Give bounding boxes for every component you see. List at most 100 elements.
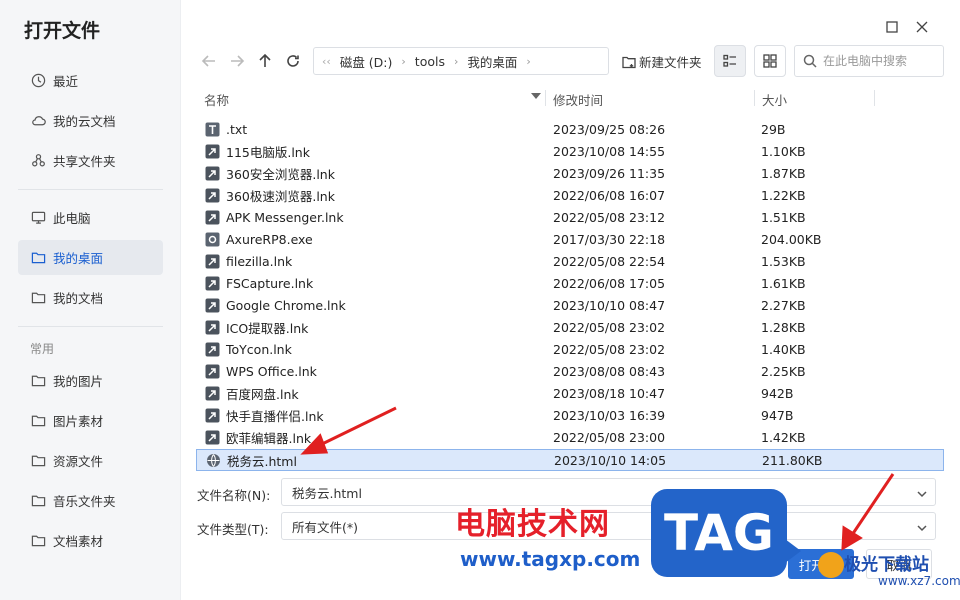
- file-row[interactable]: AxureRP8.exe 2017/03/30 22:18 204.00KB: [196, 228, 944, 250]
- breadcrumb-item[interactable]: tools: [415, 54, 445, 69]
- filename-value: 税务云.html: [292, 485, 362, 501]
- sidebar: 打开文件 最近 我的云文档 共享文件夹 此电脑 我的桌面 我的文档 常用 我的图…: [0, 0, 181, 600]
- shortcut-icon: [205, 386, 220, 401]
- close-button[interactable]: [913, 18, 931, 36]
- sidebar-item-doc-assets[interactable]: 文档素材: [18, 523, 163, 558]
- file-row[interactable]: FSCapture.lnk 2022/06/08 17:05 1.61KB: [196, 272, 944, 294]
- file-row[interactable]: WPS Office.lnk 2023/08/08 08:43 2.25KB: [196, 360, 944, 382]
- back-button[interactable]: [199, 51, 219, 71]
- watermark-site-name: 极光下载站: [844, 555, 929, 575]
- new-folder-button[interactable]: 新建文件夹: [622, 52, 702, 71]
- file-name: Google Chrome.lnk: [226, 297, 346, 313]
- file-size: 2.25KB: [761, 363, 806, 379]
- folder-icon: [30, 493, 46, 509]
- sidebar-item-cloud-docs[interactable]: 我的云文档: [18, 103, 163, 138]
- shortcut-icon: [205, 188, 220, 203]
- file-size: 1.61KB: [761, 275, 806, 291]
- search-box[interactable]: [794, 45, 944, 77]
- shortcut-icon: [205, 298, 220, 313]
- folder-icon: [30, 373, 46, 389]
- file-size: 1.40KB: [761, 341, 806, 357]
- maximize-button[interactable]: [883, 18, 901, 36]
- share-icon: [30, 153, 46, 169]
- file-row[interactable]: 360极速浏览器.lnk 2022/06/08 16:07 1.22KB: [196, 184, 944, 206]
- arrow-right-icon: [231, 55, 245, 67]
- sidebar-item-resources[interactable]: 资源文件: [18, 443, 163, 478]
- file-size: 1.87KB: [761, 165, 806, 181]
- sidebar-item-this-pc[interactable]: 此电脑: [18, 200, 163, 235]
- file-row[interactable]: ToYcon.lnk 2022/05/08 23:02 1.40KB: [196, 338, 944, 360]
- sidebar-item-documents[interactable]: 我的文档: [18, 280, 163, 315]
- search-input[interactable]: [823, 54, 935, 68]
- sidebar-item-pictures[interactable]: 我的图片: [18, 363, 163, 398]
- file-row[interactable]: 百度网盘.lnk 2023/08/18 10:47 942B: [196, 382, 944, 404]
- sidebar-item-shared[interactable]: 共享文件夹: [18, 143, 163, 178]
- sidebar-item-label: 我的文档: [53, 291, 104, 306]
- file-size: 1.28KB: [761, 319, 806, 335]
- executable-icon: [205, 232, 220, 247]
- chevron-down-icon[interactable]: [917, 521, 927, 532]
- file-modified: 2023/10/08 14:55: [553, 143, 666, 159]
- file-name: filezilla.lnk: [226, 253, 293, 269]
- shortcut-icon: [205, 430, 220, 445]
- shortcut-icon: [205, 364, 220, 379]
- grid-view-button[interactable]: [754, 45, 786, 77]
- new-folder-label: 新建文件夹: [639, 55, 702, 70]
- sidebar-item-label: 图片素材: [53, 414, 104, 429]
- watermark-site: 极光下载站 www.xz7.com: [818, 546, 960, 596]
- refresh-button[interactable]: [283, 51, 303, 71]
- file-row[interactable]: 115电脑版.lnk 2023/10/08 14:55 1.10KB: [196, 140, 944, 162]
- sidebar-item-label: 我的云文档: [53, 114, 116, 129]
- chevron-right-icon: ›: [526, 54, 531, 68]
- sidebar-item-image-assets[interactable]: 图片素材: [18, 403, 163, 438]
- breadcrumb-item[interactable]: 磁盘 (D:): [340, 52, 393, 71]
- file-modified: 2022/05/08 23:02: [553, 319, 666, 335]
- sidebar-divider: [18, 189, 163, 190]
- file-modified: 2023/08/08 08:43: [553, 363, 666, 379]
- file-row[interactable]: 快手直播伴侣.lnk 2023/10/03 16:39 947B: [196, 404, 944, 426]
- file-row[interactable]: 360安全浏览器.lnk 2023/09/26 11:35 1.87KB: [196, 162, 944, 184]
- arrow-up-icon: [259, 53, 271, 67]
- list-view-button[interactable]: [714, 45, 746, 77]
- file-row[interactable]: Google Chrome.lnk 2023/10/10 08:47 2.27KB: [196, 294, 944, 316]
- chevron-down-icon[interactable]: [917, 487, 927, 498]
- filename-label: 文件名称(N):: [197, 488, 271, 503]
- file-modified: 2022/05/08 23:02: [553, 341, 666, 357]
- file-size: 1.42KB: [761, 429, 806, 445]
- file-modified: 2022/06/08 16:07: [553, 187, 666, 203]
- file-name: APK Messenger.lnk: [226, 209, 344, 225]
- column-divider[interactable]: [874, 90, 875, 106]
- file-name: 360安全浏览器.lnk: [226, 166, 335, 182]
- file-row[interactable]: 税务云.html 2023/10/10 14:05 211.80KB: [196, 449, 944, 471]
- column-header-modified[interactable]: 修改时间: [553, 90, 603, 109]
- file-row[interactable]: ICO提取器.lnk 2022/05/08 23:02 1.28KB: [196, 316, 944, 338]
- sidebar-item-desktop[interactable]: 我的桌面: [18, 240, 163, 275]
- file-modified: 2017/03/30 22:18: [553, 231, 666, 247]
- breadcrumb-item[interactable]: 我的桌面: [467, 52, 517, 71]
- breadcrumb-overflow-icon[interactable]: ‹‹: [322, 55, 331, 68]
- column-header-size[interactable]: 大小: [762, 90, 787, 109]
- column-divider[interactable]: [545, 90, 546, 106]
- globe-icon: [206, 453, 221, 468]
- file-row[interactable]: 欧菲编辑器.lnk 2022/05/08 23:00 1.42KB: [196, 426, 944, 448]
- scrollbar[interactable]: [946, 118, 950, 398]
- file-row[interactable]: APK Messenger.lnk 2022/05/08 23:12 1.51KB: [196, 206, 944, 228]
- sidebar-item-recent[interactable]: 最近: [18, 63, 163, 98]
- grid-view-icon: [763, 54, 777, 68]
- up-button[interactable]: [255, 51, 275, 71]
- file-size: 942B: [761, 385, 794, 401]
- column-divider[interactable]: [754, 90, 755, 106]
- shortcut-icon: [205, 144, 220, 159]
- file-size: 211.80KB: [762, 452, 823, 468]
- file-name: AxureRP8.exe: [226, 231, 313, 247]
- shortcut-icon: [205, 342, 220, 357]
- forward-button[interactable]: [227, 51, 247, 71]
- column-header-name[interactable]: 名称: [204, 90, 229, 109]
- watermark-logo-icon: [818, 552, 844, 578]
- folder-icon: [30, 290, 46, 306]
- file-name: ToYcon.lnk: [226, 341, 292, 357]
- sidebar-item-music[interactable]: 音乐文件夹: [18, 483, 163, 518]
- file-modified: 2023/09/26 11:35: [553, 165, 666, 181]
- file-row[interactable]: .txt 2023/09/25 08:26 29B: [196, 118, 944, 140]
- file-row[interactable]: filezilla.lnk 2022/05/08 22:54 1.53KB: [196, 250, 944, 272]
